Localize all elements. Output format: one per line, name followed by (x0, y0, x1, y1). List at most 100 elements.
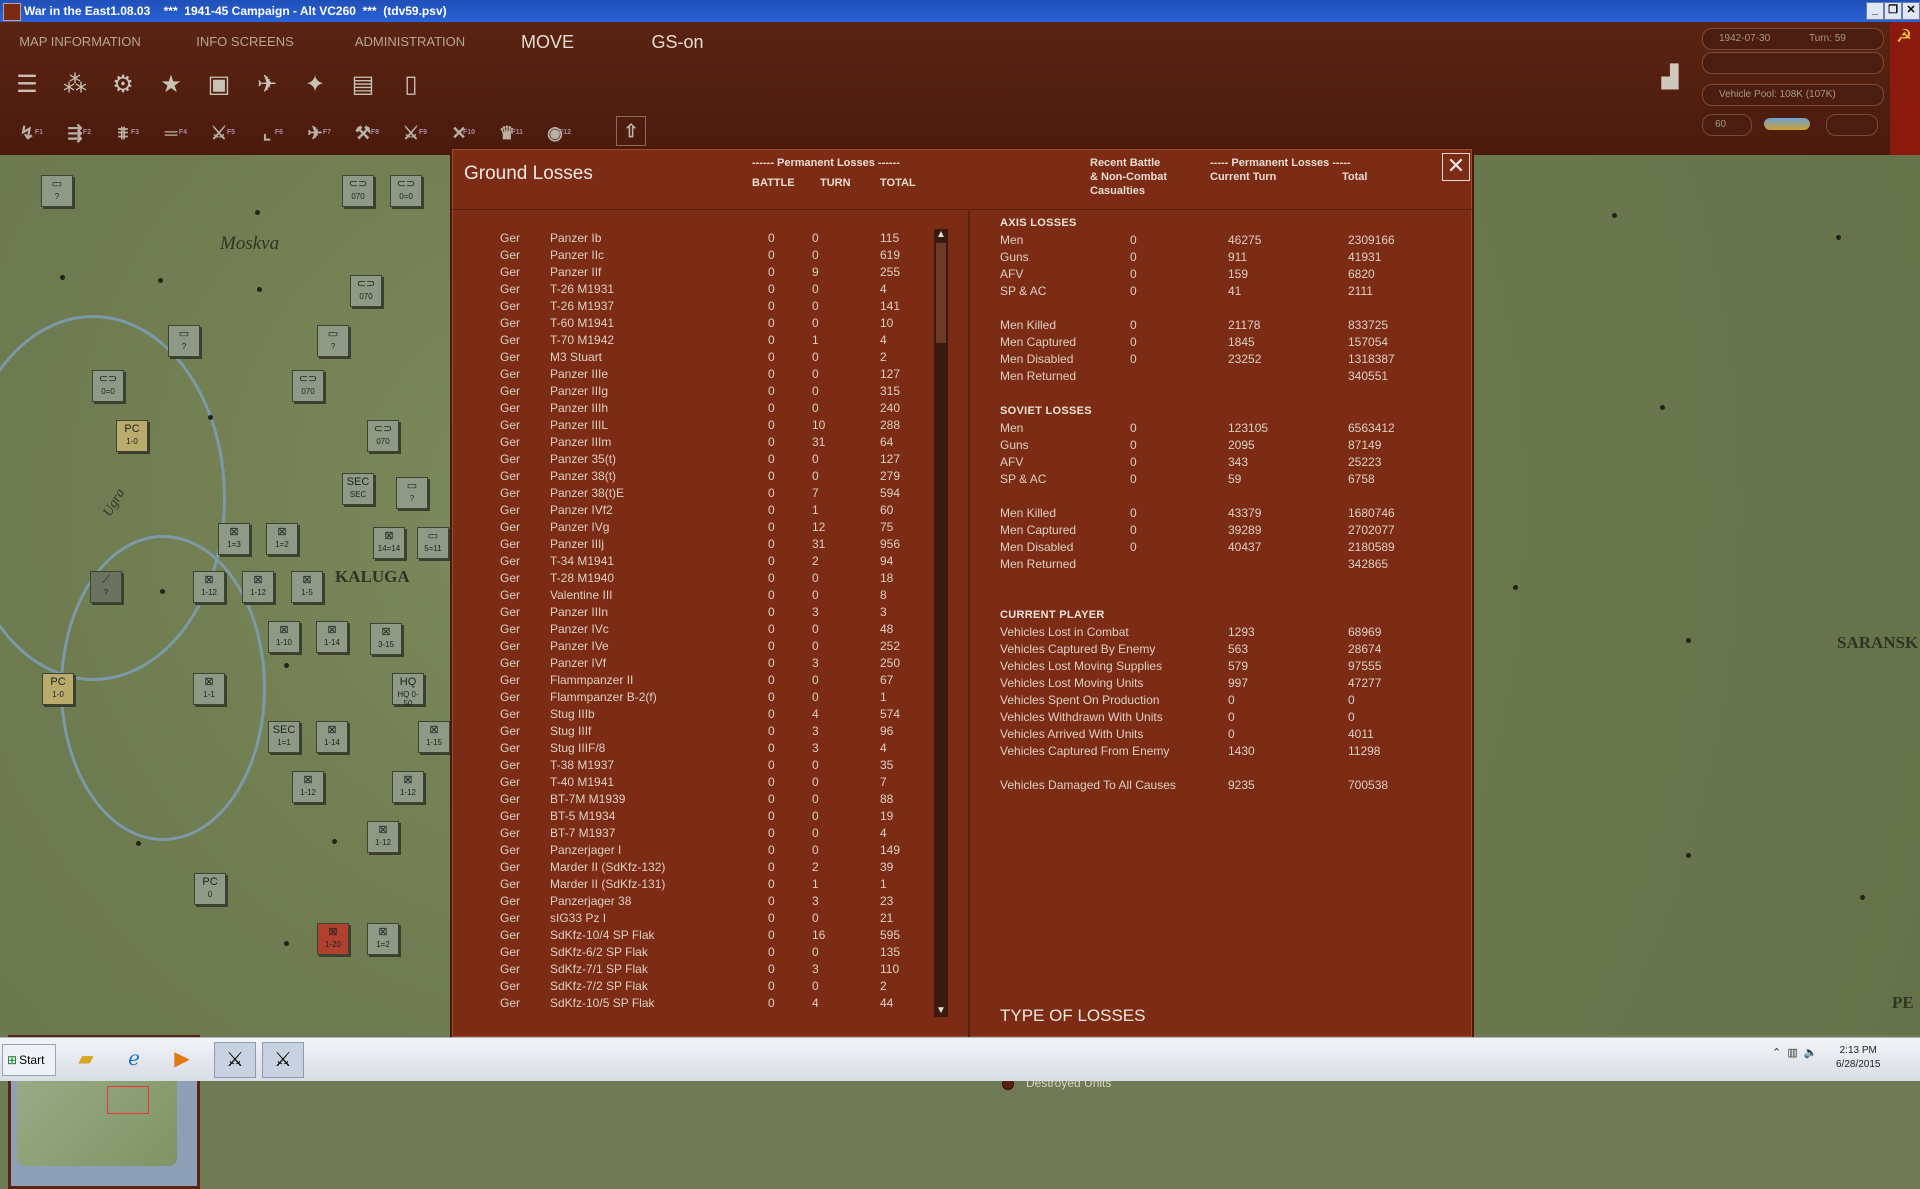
unit-counter[interactable]: HQ HQ 0-50 (392, 673, 424, 708)
unit-counter[interactable]: ⊂⊃ 070 (367, 420, 399, 452)
f11-icon[interactable]: ♛ F11 (490, 116, 524, 150)
folder-icon[interactable]: ▰ (66, 1042, 106, 1076)
table-row[interactable]: Ger Panzer IIIg 0 0 315 (452, 384, 952, 401)
unit-counter[interactable]: ⊠ 1-14 (316, 721, 348, 753)
table-row[interactable]: Ger Flammpanzer II 0 0 67 (452, 673, 952, 690)
f4-icon[interactable]: ═ F4 (154, 116, 188, 150)
table-row[interactable]: Ger Valentine III 0 0 8 (452, 588, 952, 605)
unit-list-icon[interactable]: ☰ (10, 68, 44, 102)
unit-counter[interactable]: ⊠ 1-1 (193, 673, 225, 705)
air-attack-icon[interactable]: ✦ (298, 68, 332, 102)
chart-icon[interactable]: ▟ (1655, 62, 1685, 92)
table-row[interactable]: Ger T-60 M1941 0 0 10 (452, 316, 952, 333)
menu-move[interactable]: MOVE (505, 22, 590, 62)
table-row[interactable]: Ger Panzer IIc 0 0 619 (452, 248, 952, 265)
table-row[interactable]: Ger Panzer IVf 0 3 250 (452, 656, 952, 673)
f1-icon[interactable]: ↯ F1 (10, 116, 44, 150)
unit-counter[interactable]: ⊠ 1=2 (266, 523, 298, 555)
table-row[interactable]: Ger Panzer IVg 0 12 75 (452, 520, 952, 537)
table-row[interactable]: Ger Panzer 38(t) 0 0 279 (452, 469, 952, 486)
clock[interactable]: 2:13 PM 6/28/2015 (1836, 1044, 1881, 1072)
internet-explorer-icon[interactable]: ℯ (114, 1042, 154, 1076)
unit-counter[interactable]: ▭? (168, 325, 200, 357)
unit-counter[interactable]: PC 1-0 (42, 673, 74, 705)
close-icon[interactable]: ✕ (1442, 153, 1470, 181)
unit-counter[interactable]: ⊂⊃ 0=0 (92, 370, 124, 402)
unit-counter[interactable]: ▭? (41, 175, 73, 207)
unit-counter[interactable]: ⊠ 1-12 (367, 821, 399, 853)
unit-counter[interactable]: ▭? (396, 477, 428, 509)
table-row[interactable]: Ger Panzer IIIL 0 10 288 (452, 418, 952, 435)
table-row[interactable]: Ger Marder II (SdKfz-132) 0 2 39 (452, 860, 952, 877)
table-row[interactable]: Ger Panzer Ib 0 0 115 (452, 231, 952, 248)
airfield-icon[interactable]: ▣ (202, 68, 236, 102)
table-row[interactable]: Ger Panzer 35(t) 0 0 127 (452, 452, 952, 469)
f7-icon[interactable]: ✈ F7 (298, 116, 332, 150)
table-row[interactable]: Ger Panzer IVf2 0 1 60 (452, 503, 952, 520)
table-row[interactable]: Ger Panzer IIIe 0 0 127 (452, 367, 952, 384)
menu-administration[interactable]: ADMINISTRATION (340, 22, 480, 62)
fuel-icon[interactable]: ▯ (394, 68, 428, 102)
unit-counter[interactable]: SEC SEC (342, 473, 374, 505)
minimap-viewport[interactable] (107, 1086, 149, 1114)
table-row[interactable]: Ger Stug IIIb 0 4 574 (452, 707, 952, 724)
table-row[interactable]: Ger T-34 M1941 0 2 94 (452, 554, 952, 571)
unit-counter[interactable]: ⟋? (90, 571, 122, 603)
f2-icon[interactable]: ⇶ F2 (58, 116, 92, 150)
table-row[interactable]: Ger Panzer IIf 0 9 255 (452, 265, 952, 282)
menu-map-information[interactable]: MAP INFORMATION (10, 22, 150, 62)
table-row[interactable]: Ger Panzerjager 38 0 3 23 (452, 894, 952, 911)
restore-button[interactable]: ❐ (1884, 2, 1902, 20)
table-row[interactable]: Ger BT-7 M1937 0 0 4 (452, 826, 952, 843)
window-close-button[interactable]: ✕ (1902, 2, 1920, 20)
menu-gs-on[interactable]: GS-on (630, 22, 725, 62)
table-row[interactable]: Ger T-70 M1942 0 1 4 (452, 333, 952, 350)
unit-counter[interactable]: ⊠ 1-15 (418, 721, 450, 753)
unit-counter[interactable]: ⊠ 1-14 (316, 621, 348, 653)
unit-counter[interactable]: ⊠ 1-5 (291, 571, 323, 603)
unit-counter[interactable]: ⊠ 3-15 (370, 623, 402, 655)
unit-counter[interactable]: ⊠ 1=2 (367, 923, 399, 955)
unit-counter[interactable]: PC 0 (194, 873, 226, 905)
media-player-icon[interactable]: ▶ (162, 1042, 202, 1076)
table-row[interactable]: Ger Panzer IIIn 0 3 3 (452, 605, 952, 622)
unit-counter[interactable]: ⊂⊃ 0=0 (390, 175, 422, 207)
table-row[interactable]: Ger Panzer IIIj 0 31 956 (452, 537, 952, 554)
unit-counter[interactable]: ⊠ 1=3 (218, 523, 250, 555)
table-row[interactable]: Ger Marder II (SdKfz-131) 0 1 1 (452, 877, 952, 894)
table-row[interactable]: Ger Stug IIIF/8 0 3 4 (452, 741, 952, 758)
f8-icon[interactable]: ⚒ F8 (346, 116, 380, 150)
table-row[interactable]: Ger M3 Stuart 0 0 2 (452, 350, 952, 367)
unit-counter[interactable]: ⊂⊃ 070 (350, 275, 382, 307)
table-row[interactable]: Ger Stug IIIf 0 3 96 (452, 724, 952, 741)
table-row[interactable]: Ger Flammpanzer B-2(f) 0 0 1 (452, 690, 952, 707)
table-row[interactable]: Ger SdKfz-10/5 SP Flak 0 4 44 (452, 996, 952, 1013)
f6-icon[interactable]: ⌞ F6 (250, 116, 284, 150)
table-row[interactable]: Ger T-38 M1937 0 0 35 (452, 758, 952, 775)
upload-icon[interactable]: ⇧ (616, 116, 646, 146)
table-row[interactable]: Ger Panzer IIIm 0 31 64 (452, 435, 952, 452)
unit-counter[interactable]: SEC 1=1 (268, 721, 300, 753)
unit-counter[interactable]: ⊂⊃ 070 (342, 175, 374, 207)
table-row[interactable]: Ger T-40 M1941 0 0 7 (452, 775, 952, 792)
table-row[interactable]: Ger Panzer 38(t)E 0 7 594 (452, 486, 952, 503)
unit-counter[interactable]: ⊠ 1-12 (292, 771, 324, 803)
war-in-the-east-icon[interactable]: ⚔ (214, 1042, 256, 1078)
table-row[interactable]: Ger SdKfz-7/1 SP Flak 0 3 110 (452, 962, 952, 979)
unit-counter[interactable]: ⊠ 1-20 (317, 923, 349, 955)
f3-icon[interactable]: ⩨ F3 (106, 116, 140, 150)
table-row[interactable]: Ger sIG33 Pz I 0 0 21 (452, 911, 952, 928)
f12-icon[interactable]: ◉ F12 (538, 116, 572, 150)
f5-icon[interactable]: ⚔ F5 (202, 116, 236, 150)
unit-counter[interactable]: ⊠ 1-12 (392, 771, 424, 803)
table-row[interactable]: Ger Panzer IVe 0 0 252 (452, 639, 952, 656)
unit-counter[interactable]: ⊠ 1-10 (268, 621, 300, 653)
f9-icon[interactable]: ⚔ F9 (394, 116, 428, 150)
unit-counter[interactable]: ⊠ 1-12 (242, 571, 274, 603)
table-row[interactable]: Ger T-26 M1937 0 0 141 (452, 299, 952, 316)
unit-counter[interactable]: PC 1-0 (116, 420, 148, 452)
war-in-the-east-icon[interactable]: ⚔ (262, 1042, 304, 1078)
table-row[interactable]: Ger SdKfz-6/2 SP Flak 0 0 135 (452, 945, 952, 962)
scroll-thumb[interactable] (936, 243, 946, 343)
unit-counter[interactable]: ⊂⊃ 070 (292, 370, 324, 402)
